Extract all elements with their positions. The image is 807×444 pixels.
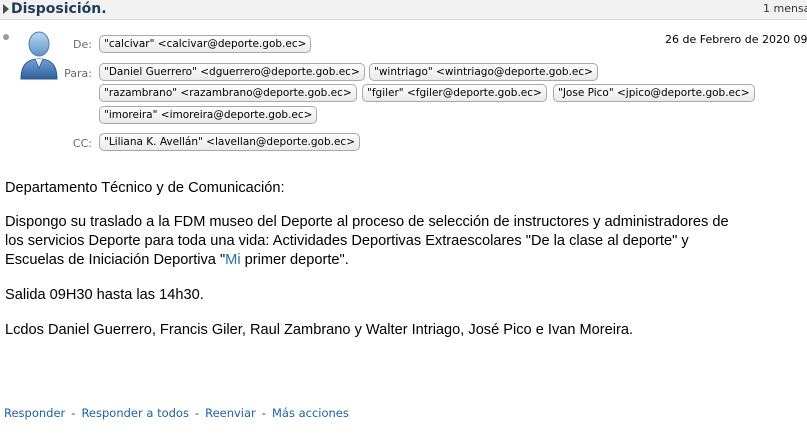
forward-link[interactable]: Reenviar (205, 406, 256, 420)
body-paragraph-line: Escuelas de Iniciación Deportiva "Mi pri… (5, 251, 349, 270)
highlighted-word: Mi (225, 252, 241, 268)
to-recipient[interactable]: "Daniel Guerrero" <dguerrero@deporte.gob… (99, 63, 365, 81)
cc-label: CC: (72, 137, 92, 150)
from-label: De: (73, 38, 92, 51)
to-label: Para: (64, 67, 92, 80)
body-text-segment: primer deporte". (240, 252, 349, 268)
separator: - (261, 406, 266, 420)
to-recipient[interactable]: "fgiler" <fgiler@deporte.gob.ec> (362, 84, 547, 102)
cc-recipient[interactable]: "Liliana K. Avellán" <lavellan@deporte.g… (99, 133, 361, 151)
more-actions-link[interactable]: Más acciones (272, 406, 349, 420)
separator: - (71, 406, 76, 420)
reply-link[interactable]: Responder (4, 406, 65, 420)
separator: - (194, 406, 200, 420)
collapse-arrow-icon[interactable] (3, 4, 9, 14)
message-count: 1 mensa (763, 2, 807, 15)
message-header: De: "calcivar" <calcivar@deporte.gob.ec>… (0, 20, 807, 160)
body-paragraph-line: los servicios Deporte para toda una vida… (5, 233, 689, 249)
reply-all-link[interactable]: Responder a todos (81, 406, 189, 420)
to-recipient[interactable]: "razambrano" <razambrano@deporte.gob.ec> (99, 84, 357, 102)
body-signature: Lcdos Daniel Guerrero, Francis Giler, Ra… (5, 322, 634, 338)
body-paragraph-line: Dispongo su traslado a la FDM museo del … (5, 214, 729, 230)
body-text-segment: Escuelas de Iniciación Deportiva " (5, 252, 226, 268)
from-address[interactable]: "calcivar" <calcivar@deporte.gob.ec> (99, 35, 312, 53)
message-subject: Disposición. (11, 1, 107, 17)
to-recipient[interactable]: "wintriago" <wintriago@deporte.gob.ec> (369, 63, 598, 81)
message-date: 26 de Febrero de 2020 09:31 (665, 33, 807, 46)
to-recipient[interactable]: "imoreira" <imoreira@deporte.gob.ec> (99, 106, 318, 124)
read-status-dot-icon[interactable] (3, 34, 9, 40)
body-greeting: Departamento Técnico y de Comunicación: (5, 180, 285, 196)
to-recipient[interactable]: "Jose Pico" <jpico@deporte.gob.ec> (553, 84, 755, 102)
message-actions: Responder - Responder a todos - Reenviar - Más… (4, 406, 349, 420)
message-title-bar[interactable]: Disposición. 1 mensa (0, 0, 807, 20)
body-schedule: Salida 09H30 hasta las 14h30. (5, 287, 204, 303)
